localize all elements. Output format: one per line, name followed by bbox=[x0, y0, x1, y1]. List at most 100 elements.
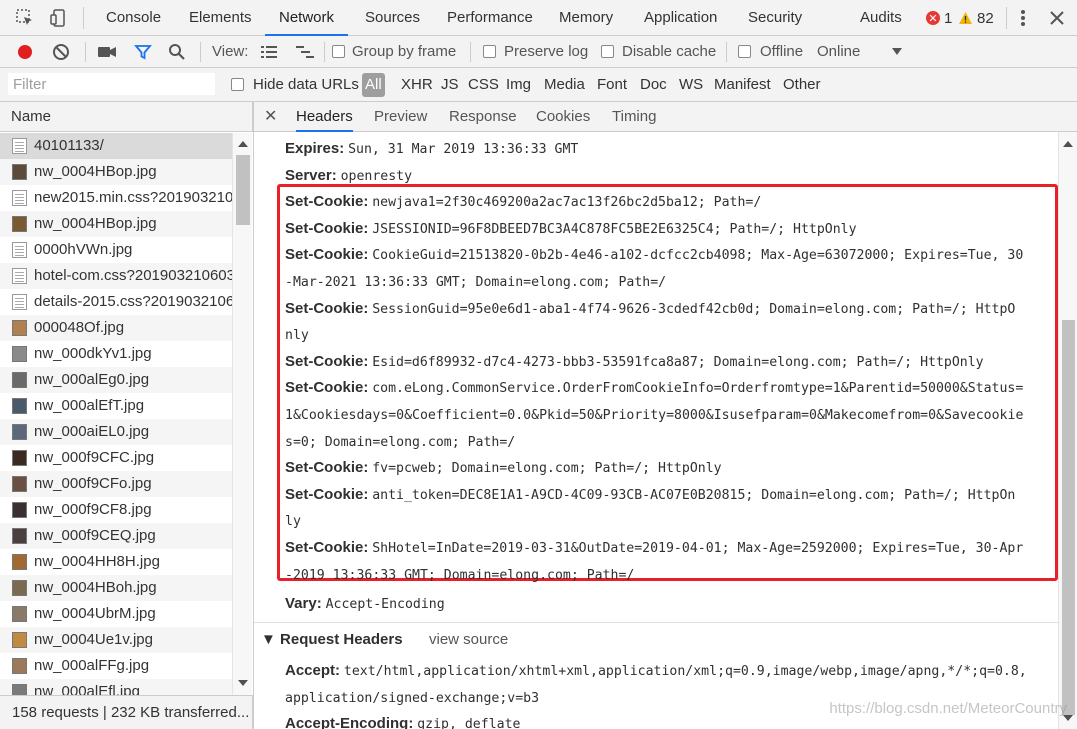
detail-tab-preview[interactable]: Preview bbox=[374, 102, 427, 132]
scroll-up-arrow-icon[interactable] bbox=[1063, 141, 1073, 147]
header-line-continuation: -2019 13:36:33 GMT; Domain=elong.com; Pa… bbox=[285, 561, 1055, 590]
filter-icon[interactable] bbox=[132, 41, 154, 63]
request-row[interactable]: nw_000aiEL0.jpg bbox=[0, 419, 232, 445]
name-column-header[interactable]: Name bbox=[0, 102, 253, 132]
request-row[interactable]: 40101133/ bbox=[0, 133, 232, 159]
filter-type-media[interactable]: Media bbox=[544, 68, 585, 102]
header-value: Sun, 31 Mar 2019 13:36:33 GMT bbox=[348, 142, 579, 157]
request-name: nw_000f9CFo.jpg bbox=[34, 475, 152, 492]
filter-type-font[interactable]: Font bbox=[597, 68, 627, 102]
scrollbar-thumb[interactable] bbox=[1062, 320, 1075, 715]
request-list-scrollbar[interactable] bbox=[232, 133, 252, 695]
view-source-link[interactable]: view source bbox=[429, 628, 508, 652]
header-value: fv=pcweb; Domain=elong.com; Path=/; Http… bbox=[372, 461, 722, 477]
large-rows-icon[interactable] bbox=[258, 41, 280, 63]
throttling-dropdown-icon[interactable] bbox=[892, 48, 902, 56]
filter-type-js[interactable]: JS bbox=[441, 68, 459, 102]
throttling-select[interactable]: Online bbox=[817, 36, 860, 68]
filter-type-xhr[interactable]: XHR bbox=[401, 68, 433, 102]
request-row[interactable]: nw_000alFFg.jpg bbox=[0, 653, 232, 679]
filter-type-doc[interactable]: Doc bbox=[640, 68, 667, 102]
header-name: Set-Cookie: bbox=[285, 539, 369, 556]
detail-tab-timing[interactable]: Timing bbox=[612, 102, 656, 132]
request-row[interactable]: nw_000dkYv1.jpg bbox=[0, 341, 232, 367]
header-name: Set-Cookie: bbox=[285, 352, 369, 370]
filter-type-ws[interactable]: WS bbox=[679, 68, 703, 102]
inspect-element-icon[interactable] bbox=[14, 7, 36, 29]
tab-sources[interactable]: Sources bbox=[365, 0, 420, 36]
request-row[interactable]: nw_000alEg0.jpg bbox=[0, 367, 232, 393]
request-row[interactable]: details-2015.css?20190321060 bbox=[0, 289, 232, 315]
image-thumbnail-icon bbox=[12, 528, 27, 544]
request-row[interactable]: 0000hVWn.jpg bbox=[0, 237, 232, 263]
preserve-log-checkbox[interactable] bbox=[483, 45, 496, 58]
header-name: Server: bbox=[285, 166, 337, 184]
device-toolbar-icon[interactable] bbox=[48, 7, 70, 29]
disable-cache-checkbox[interactable] bbox=[601, 45, 614, 58]
request-name: nw_000alEfl.jpg bbox=[34, 683, 140, 695]
image-thumbnail-icon bbox=[12, 164, 27, 180]
request-row[interactable]: nw_0004HH8H.jpg bbox=[0, 549, 232, 575]
header-value: Accept-Encoding bbox=[325, 597, 445, 613]
close-detail-icon[interactable]: ✕ bbox=[264, 102, 277, 132]
tab-console[interactable]: Console bbox=[106, 0, 161, 36]
tab-memory[interactable]: Memory bbox=[559, 0, 613, 36]
devtools-tab-bar: Console Elements Network Sources Performance… bbox=[0, 0, 1077, 36]
tab-audits[interactable]: Audits bbox=[860, 0, 902, 36]
request-row[interactable]: nw_000alEfl.jpg bbox=[0, 679, 232, 695]
scroll-down-arrow-icon[interactable] bbox=[238, 680, 248, 686]
request-row[interactable]: new2015.min.css?20190321060 bbox=[0, 185, 232, 211]
request-row[interactable]: nw_000f9CFC.jpg bbox=[0, 445, 232, 471]
request-name: nw_000f9CF8.jpg bbox=[34, 501, 152, 518]
filter-input[interactable] bbox=[8, 73, 215, 95]
record-icon[interactable] bbox=[14, 41, 36, 63]
request-name: 0000hVWn.jpg bbox=[34, 241, 133, 258]
header-value: CookieGuid=21513820-0b2b-4e46-a102-dcfcc… bbox=[372, 248, 1024, 264]
scroll-up-arrow-icon[interactable] bbox=[238, 141, 248, 147]
filter-type-manifest[interactable]: Manifest bbox=[714, 68, 771, 102]
search-icon[interactable] bbox=[166, 41, 188, 63]
clear-icon[interactable] bbox=[50, 41, 72, 63]
image-thumbnail-icon bbox=[12, 554, 27, 570]
tab-performance[interactable]: Performance bbox=[447, 0, 533, 36]
scrollbar-thumb[interactable] bbox=[236, 155, 250, 225]
tab-security[interactable]: Security bbox=[748, 0, 802, 36]
capture-screenshots-icon[interactable] bbox=[96, 41, 118, 63]
request-row[interactable]: nw_0004HBop.jpg bbox=[0, 211, 232, 237]
detail-tab-response[interactable]: Response bbox=[449, 102, 517, 132]
request-row[interactable]: nw_0004UbrM.jpg bbox=[0, 601, 232, 627]
header-value: newjava1=2f30c469200a2ac7ac13f26bc2d5ba1… bbox=[372, 195, 762, 211]
headers-scrollbar[interactable] bbox=[1058, 132, 1077, 729]
filter-type-img[interactable]: Img bbox=[506, 68, 531, 102]
header-name: Accept: bbox=[285, 662, 341, 679]
request-headers-toggle[interactable]: ▼ Request Headers bbox=[261, 628, 403, 652]
tab-network[interactable]: Network bbox=[265, 0, 349, 36]
filter-type-all[interactable]: All bbox=[362, 73, 385, 97]
hide-data-urls-checkbox[interactable] bbox=[231, 78, 244, 91]
request-row[interactable]: nw_000f9CEQ.jpg bbox=[0, 523, 232, 549]
more-options-icon[interactable] bbox=[1012, 7, 1034, 29]
document-icon bbox=[12, 268, 27, 284]
header-line: Set-Cookie: Esid=d6f89932-d7c4-4273-bbb3… bbox=[285, 348, 1055, 377]
warning-count-badge[interactable]: 82 bbox=[958, 0, 994, 36]
request-row[interactable]: nw_000alEfT.jpg bbox=[0, 393, 232, 419]
request-row[interactable]: nw_000f9CF8.jpg bbox=[0, 497, 232, 523]
tab-application[interactable]: Application bbox=[644, 0, 717, 36]
detail-tab-headers[interactable]: Headers bbox=[296, 102, 353, 132]
offline-checkbox[interactable] bbox=[738, 45, 751, 58]
overview-icon[interactable] bbox=[294, 41, 316, 63]
request-row[interactable]: 000048Of.jpg bbox=[0, 315, 232, 341]
detail-tab-cookies[interactable]: Cookies bbox=[536, 102, 590, 132]
group-by-frame-checkbox[interactable] bbox=[332, 45, 345, 58]
request-row[interactable]: nw_0004HBoh.jpg bbox=[0, 575, 232, 601]
filter-type-css[interactable]: CSS bbox=[468, 68, 499, 102]
close-devtools-icon[interactable] bbox=[1046, 7, 1068, 29]
filter-type-other[interactable]: Other bbox=[783, 68, 821, 102]
request-row[interactable]: nw_000f9CFo.jpg bbox=[0, 471, 232, 497]
tab-elements[interactable]: Elements bbox=[189, 0, 252, 36]
request-row[interactable]: nw_0004HBop.jpg bbox=[0, 159, 232, 185]
request-row[interactable]: nw_0004Ue1v.jpg bbox=[0, 627, 232, 653]
error-count-badge[interactable]: ✕ 1 bbox=[926, 0, 952, 36]
request-row[interactable]: hotel-com.css?2019032106033 bbox=[0, 263, 232, 289]
image-thumbnail-icon bbox=[12, 216, 27, 232]
